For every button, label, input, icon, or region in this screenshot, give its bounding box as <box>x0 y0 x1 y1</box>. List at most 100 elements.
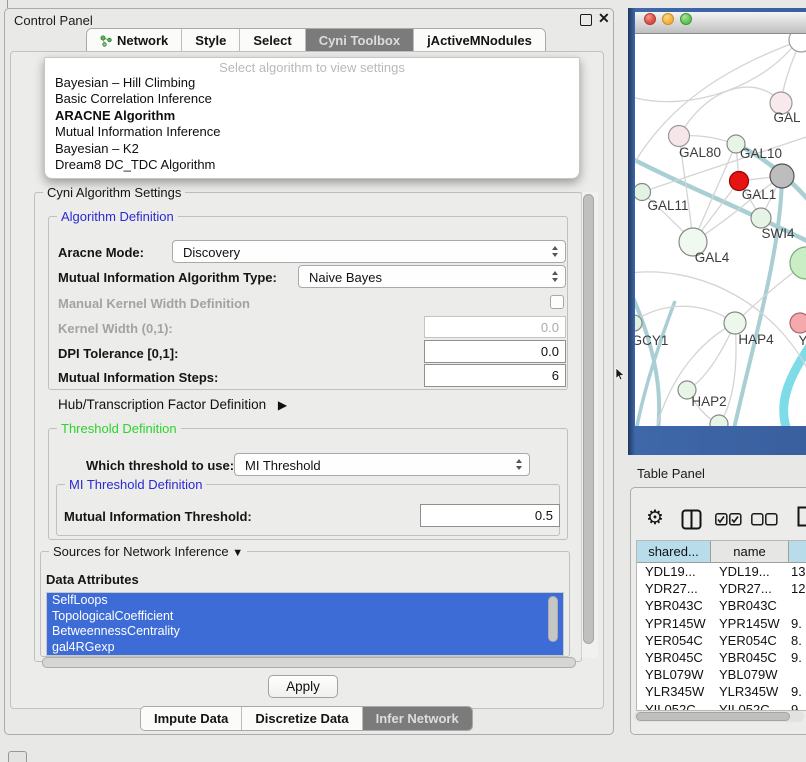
tab-network[interactable]: Network <box>87 29 181 52</box>
settings-scrollbar-thumb[interactable] <box>583 194 594 644</box>
close-traffic-light-icon[interactable] <box>644 13 656 25</box>
tab-impute-data[interactable]: Impute Data <box>141 707 241 730</box>
table-row[interactable]: YDL19...YDL19...13 <box>637 563 806 580</box>
split-columns-icon[interactable] <box>681 509 702 535</box>
mi-steps-input[interactable] <box>424 364 566 387</box>
kernel-width-input[interactable] <box>424 316 566 338</box>
table-cell: YLR345W <box>637 683 711 700</box>
mi-threshold-label: Mutual Information Threshold: <box>64 509 252 524</box>
algorithm-option[interactable]: Mutual Information Inference <box>55 124 569 140</box>
algorithm-definition-legend: Algorithm Definition <box>57 209 178 224</box>
table-panel-title: Table Panel <box>637 466 705 481</box>
network-node[interactable] <box>710 415 728 426</box>
table-row[interactable]: YIL052CYIL052C9 <box>637 701 806 712</box>
mouse-cursor <box>615 368 625 386</box>
network-canvas[interactable]: GALGAL80GAL10GAL11GAL1SWI4GAL4GCY1HAP4YH… <box>635 34 806 426</box>
cyni-settings-legend: Cyni Algorithm Settings <box>43 185 185 200</box>
algorithm-popup-list: Bayesian – Hill ClimbingBasic Correlatio… <box>55 75 569 173</box>
network-node-label: GAL <box>773 110 801 125</box>
column-header[interactable]: shared... <box>637 541 711 563</box>
table-cell: YLR345W <box>711 683 789 700</box>
table-cell: YBL079W <box>711 666 789 683</box>
stepper-icon <box>552 246 558 257</box>
tab-label: Discretize Data <box>255 711 348 726</box>
aracne-mode-combobox[interactable]: Discovery <box>172 240 566 263</box>
threshold-definition-legend: Threshold Definition <box>57 421 181 436</box>
network-node[interactable] <box>669 126 690 147</box>
which-threshold-combobox[interactable]: MI Threshold <box>234 453 530 476</box>
table-cell <box>789 597 806 614</box>
network-node[interactable] <box>724 312 746 334</box>
gear-icon[interactable]: ⚙ <box>646 505 664 530</box>
dpi-tolerance-input[interactable] <box>424 340 566 363</box>
table-cell: 9. <box>789 683 806 700</box>
deselect-all-checkboxes-icon[interactable] <box>751 513 778 531</box>
column-header[interactable] <box>789 541 806 563</box>
control-tabs: Network StyleSelect Cyni Toolbox jActiveMNo… <box>86 28 546 53</box>
table-row[interactable]: YBR045CYBR045C9. <box>637 649 806 666</box>
attribute-list-scrollbar[interactable] <box>548 596 558 642</box>
collapse-down-icon[interactable]: ▼ <box>232 547 243 559</box>
algorithm-option[interactable]: ARACNE Algorithm <box>55 108 569 124</box>
table-row[interactable]: YPR145WYPR145W9. <box>637 615 806 632</box>
table-row[interactable]: YER054CYER054C8. <box>637 632 806 649</box>
attribute-item[interactable]: BetweennessCentrality <box>47 624 563 640</box>
partial-window-icon <box>8 751 27 762</box>
tab-label: Cyni Toolbox <box>319 33 400 48</box>
expand-right-icon: ▶ <box>278 398 287 412</box>
stepper-icon <box>552 271 558 282</box>
node-attribute-table[interactable]: shared...name YDL19...YDL19...13YDR27...… <box>636 540 806 711</box>
table-row[interactable]: YDR27...YDR27...12 <box>637 580 806 597</box>
document-icon[interactable] <box>797 506 806 532</box>
network-node-label: GAL10 <box>740 146 782 161</box>
data-attributes-list[interactable]: SelfLoopsTopologicalCoefficientBetweenne… <box>46 592 564 656</box>
table-cell: YDL19... <box>711 563 789 580</box>
close-icon[interactable]: ✕ <box>598 10 610 27</box>
tab-discretize-data[interactable]: Discretize Data <box>241 707 361 730</box>
algorithm-option[interactable]: Basic Correlation Inference <box>55 91 569 107</box>
float-window-icon[interactable] <box>580 14 592 26</box>
mi-steps-label: Mutual Information Steps: <box>58 370 218 385</box>
network-node[interactable] <box>790 247 806 279</box>
hub-definition-toggle[interactable]: Hub/Transcription Factor Definition ▶ <box>58 397 287 412</box>
manual-kernel-width-checkbox[interactable] <box>550 295 564 309</box>
network-node[interactable] <box>751 208 771 228</box>
which-threshold-label: Which threshold to use: <box>86 458 234 473</box>
minimize-traffic-light-icon[interactable] <box>662 13 674 25</box>
network-node[interactable] <box>770 164 794 188</box>
tab-select[interactable]: Select <box>239 29 304 52</box>
table-cell: 9. <box>789 649 806 666</box>
column-header[interactable]: name <box>711 541 789 563</box>
algorithm-option[interactable]: Bayesian – Hill Climbing <box>55 75 569 91</box>
network-window-titlebar[interactable] <box>635 12 806 34</box>
network-node-label: GCY1 <box>635 333 668 348</box>
settings-horizontal-scrollbar[interactable] <box>42 657 576 668</box>
table-cell: YBR043C <box>711 597 789 614</box>
network-node[interactable] <box>790 313 806 333</box>
tab-style[interactable]: Style <box>181 29 239 52</box>
table-row[interactable]: YBL079WYBL079W <box>637 666 806 683</box>
mi-threshold-input[interactable] <box>420 504 560 527</box>
table-cell: YBR045C <box>711 649 789 666</box>
algorithm-option[interactable]: Bayesian – K2 <box>55 141 569 157</box>
tab-label: Network <box>117 33 168 48</box>
network-node[interactable] <box>789 34 806 52</box>
mi-algorithm-type-combobox[interactable]: Naive Bayes <box>298 265 566 288</box>
zoom-traffic-light-icon[interactable] <box>680 13 692 25</box>
algorithm-option[interactable]: Dream8 DC_TDC Algorithm <box>55 157 569 173</box>
select-all-checkboxes-icon[interactable] <box>715 513 742 531</box>
table-horizontal-scrollbar-thumb[interactable] <box>636 712 790 721</box>
attribute-item[interactable]: TopologicalCoefficient <box>47 609 563 625</box>
apply-button[interactable]: Apply <box>268 675 338 698</box>
mi-algorithm-type-value: Naive Bayes <box>309 270 382 285</box>
dpi-tolerance-label: DPI Tolerance [0,1]: <box>58 346 178 361</box>
tab-jactivemnodules[interactable]: jActiveMNodules <box>413 29 545 52</box>
tab-infer-network[interactable]: Infer Network <box>362 707 472 730</box>
network-node-label: GAL4 <box>695 250 730 265</box>
attribute-item[interactable]: SelfLoops <box>47 593 563 609</box>
table-row[interactable]: YLR345WYLR345W9. <box>637 683 806 700</box>
sources-legend: Sources for Network Inference ▼ <box>49 544 247 559</box>
table-row[interactable]: YBR043CYBR043C <box>637 597 806 614</box>
tab-cyni-toolbox[interactable]: Cyni Toolbox <box>305 29 413 52</box>
attribute-item[interactable]: gal4RGexp <box>47 640 563 656</box>
